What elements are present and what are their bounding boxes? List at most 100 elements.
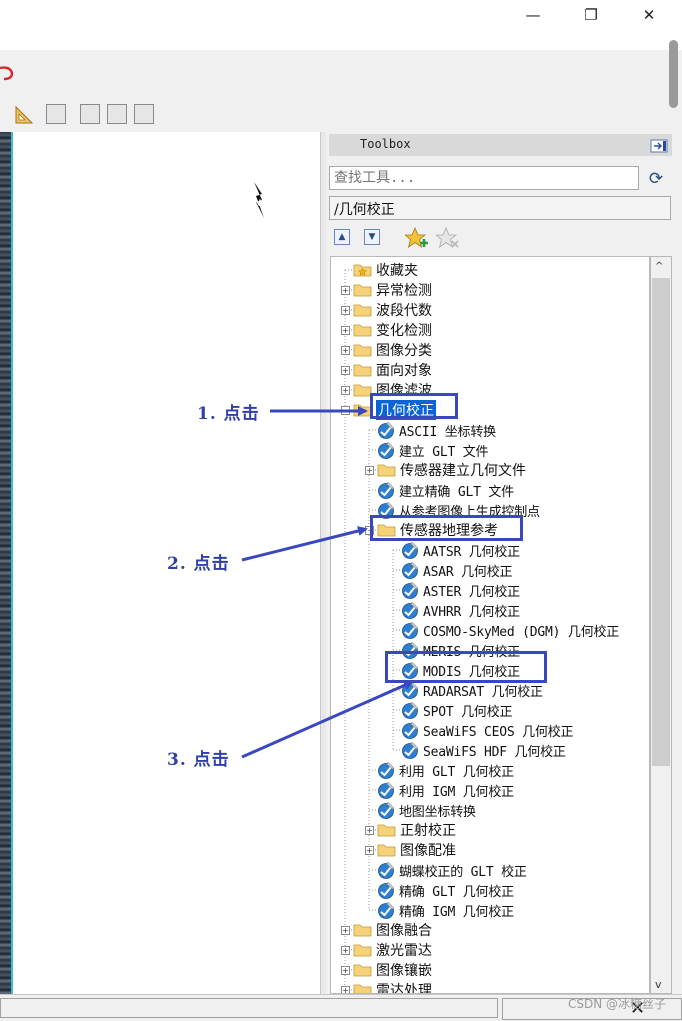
tree-folder-item[interactable]: 波段代数 bbox=[353, 300, 432, 320]
tree-item-label: 蝴蝶校正的 GLT 校正 bbox=[399, 864, 527, 880]
highlight-box-step1 bbox=[370, 393, 458, 419]
expand-icon[interactable]: + bbox=[365, 846, 374, 855]
tree-item-label: 异常检测 bbox=[376, 283, 432, 299]
tree-folder-item[interactable]: 传感器建立几何文件 bbox=[377, 460, 526, 480]
expand-icon[interactable]: + bbox=[341, 346, 350, 355]
tree-scroll-thumb[interactable] bbox=[652, 278, 670, 766]
tree-tool-item[interactable]: SeaWiFS CEOS 几何校正 bbox=[401, 720, 574, 740]
tree-tool-item[interactable]: AVHRR 几何校正 bbox=[401, 600, 520, 620]
expand-icon[interactable]: + bbox=[341, 966, 350, 975]
collapse-icon[interactable]: - bbox=[341, 406, 350, 415]
tree-folder-item[interactable]: 异常检测 bbox=[353, 280, 432, 300]
zoom-view-button[interactable] bbox=[80, 104, 100, 124]
tree-folder-item[interactable]: 面向对象 bbox=[353, 360, 432, 380]
tree-tool-item[interactable]: ASAR 几何校正 bbox=[401, 560, 513, 580]
tree-folder-item[interactable]: 图像镶嵌 bbox=[353, 960, 432, 980]
folder-icon bbox=[353, 284, 372, 297]
cascade-view-button[interactable] bbox=[107, 104, 127, 124]
star-folder-icon bbox=[353, 264, 372, 277]
collapse-all-button[interactable]: ▲ bbox=[334, 229, 350, 245]
folder-icon bbox=[353, 344, 372, 357]
tree-folder-item[interactable]: 正射校正 bbox=[377, 820, 456, 840]
tree-folder-item[interactable]: 变化检测 bbox=[353, 320, 432, 340]
tool-icon bbox=[378, 881, 395, 899]
tree-folder-item[interactable]: 雷达处理 bbox=[353, 980, 432, 993]
expand-icon[interactable]: + bbox=[341, 946, 350, 955]
tree-tool-item[interactable]: ASTER 几何校正 bbox=[401, 580, 520, 600]
tree-tool-item[interactable]: 建立精确 GLT 文件 bbox=[377, 480, 514, 500]
expand-icon[interactable]: + bbox=[341, 326, 350, 335]
minimize-button[interactable]: — bbox=[510, 2, 556, 28]
tree-item-label: 正射校正 bbox=[400, 823, 456, 839]
add-favorite-icon[interactable] bbox=[405, 227, 429, 249]
tree-item-label: 精确 IGM 几何校正 bbox=[399, 904, 514, 920]
folder-icon bbox=[353, 324, 372, 337]
tree-item-label: RADARSAT 几何校正 bbox=[423, 684, 543, 700]
tool-search-input[interactable] bbox=[329, 166, 639, 190]
scroll-up-icon[interactable]: ^ bbox=[655, 261, 663, 272]
maximize-icon: ❐ bbox=[584, 6, 598, 24]
scroll-down-icon[interactable]: v bbox=[655, 978, 662, 991]
tree-tool-item[interactable]: AATSR 几何校正 bbox=[401, 540, 520, 560]
tree-item-label: AATSR 几何校正 bbox=[423, 544, 520, 560]
tree-tool-item[interactable]: 精确 IGM 几何校正 bbox=[377, 900, 514, 920]
expand-icon[interactable]: + bbox=[341, 306, 350, 315]
tree-item-label: 建立精确 GLT 文件 bbox=[399, 484, 514, 500]
expand-icon[interactable]: + bbox=[341, 926, 350, 935]
expand-icon[interactable]: + bbox=[341, 366, 350, 375]
tree-tool-item[interactable]: 精确 GLT 几何校正 bbox=[377, 880, 514, 900]
tool-icon bbox=[378, 481, 395, 499]
expand-icon[interactable]: + bbox=[341, 986, 350, 993]
layer-view-button[interactable] bbox=[46, 104, 66, 124]
tool-icon bbox=[378, 861, 395, 879]
tree-tool-item[interactable]: RADARSAT 几何校正 bbox=[401, 680, 543, 700]
tree-folder-item[interactable]: 图像分类 bbox=[353, 340, 432, 360]
toolbox-tree[interactable]: 收藏夹 异常检测 + 波段代数 + 变化检测 + 图像分类 + 面向对象 + 图像滤波 + 几何校正 - AS… bbox=[330, 256, 650, 994]
folder-icon bbox=[353, 364, 372, 377]
tree-tool-item[interactable]: 利用 GLT 几何校正 bbox=[377, 760, 514, 780]
expand-icon[interactable]: + bbox=[365, 826, 374, 835]
outer-scrollbar[interactable] bbox=[666, 36, 682, 116]
tree-tool-item[interactable]: SeaWiFS HDF 几何校正 bbox=[401, 740, 566, 760]
tree-item-label: 图像分类 bbox=[376, 343, 432, 359]
tree-tool-item[interactable]: SPOT 几何校正 bbox=[401, 700, 513, 720]
tile-view-button[interactable] bbox=[134, 104, 154, 124]
tree-item-label: 精确 GLT 几何校正 bbox=[399, 884, 514, 900]
highlight-box-step3 bbox=[385, 651, 547, 683]
expand-icon[interactable]: + bbox=[341, 386, 350, 395]
tree-folder-item[interactable]: 激光雷达 bbox=[353, 940, 432, 960]
menu-area bbox=[0, 50, 666, 98]
tree-item-label: 传感器建立几何文件 bbox=[400, 463, 526, 479]
measure-icon[interactable] bbox=[14, 103, 36, 125]
expand-icon[interactable]: + bbox=[365, 466, 374, 475]
tree-tool-item[interactable]: 建立 GLT 文件 bbox=[377, 440, 489, 460]
expand-all-button[interactable]: ▼ bbox=[364, 229, 380, 245]
tree-item-label: 收藏夹 bbox=[376, 263, 418, 279]
close-button[interactable]: ✕ bbox=[626, 2, 672, 28]
dock-icon[interactable] bbox=[650, 138, 668, 154]
remove-favorite-icon[interactable] bbox=[436, 227, 460, 249]
tree-tool-item[interactable]: COSMO-SkyMed (DGM) 几何校正 bbox=[401, 620, 619, 640]
maximize-button[interactable]: ❐ bbox=[568, 2, 614, 28]
tree-tool-item[interactable]: 地图坐标转换 bbox=[377, 800, 476, 820]
refresh-button[interactable]: ⟳ bbox=[644, 167, 668, 191]
folder-icon bbox=[353, 304, 372, 317]
tree-item-label: COSMO-SkyMed (DGM) 几何校正 bbox=[423, 624, 620, 640]
tool-icon bbox=[402, 541, 419, 559]
tree-folder-item[interactable]: 图像配准 bbox=[377, 840, 456, 860]
expand-icon[interactable]: + bbox=[341, 286, 350, 295]
image-border bbox=[11, 132, 13, 994]
tool-icon bbox=[402, 681, 419, 699]
tree-folder-item[interactable]: 收藏夹 bbox=[353, 260, 418, 280]
tree-folder-item[interactable]: 图像融合 bbox=[353, 920, 432, 940]
folder-icon bbox=[353, 964, 372, 977]
tree-tool-item[interactable]: 利用 IGM 几何校正 bbox=[377, 780, 514, 800]
tree-tool-item[interactable]: ASCII 坐标转换 bbox=[377, 420, 496, 440]
tree-tool-item[interactable]: 蝴蝶校正的 GLT 校正 bbox=[377, 860, 527, 880]
image-view[interactable] bbox=[0, 132, 320, 994]
tool-icon bbox=[402, 721, 419, 739]
tree-item-label: 利用 GLT 几何校正 bbox=[399, 764, 514, 780]
path-field[interactable]: /几何校正 bbox=[329, 196, 671, 220]
tree-item-label: 地图坐标转换 bbox=[399, 804, 476, 820]
tree-item-label: 波段代数 bbox=[376, 303, 432, 319]
